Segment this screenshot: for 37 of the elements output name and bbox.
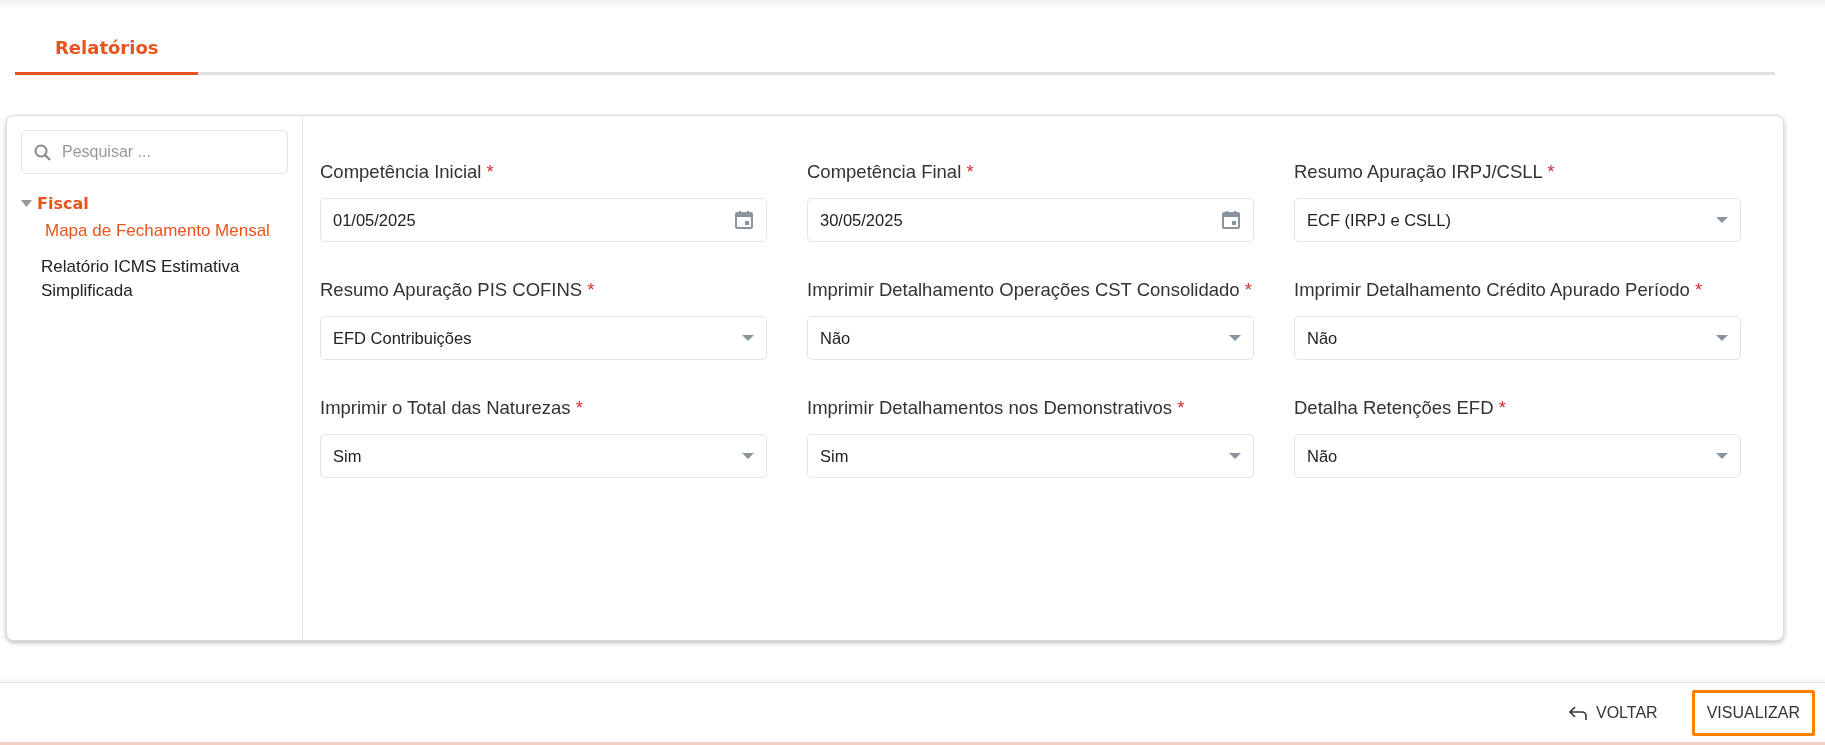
caret-down-icon[interactable] (1716, 453, 1728, 459)
caret-down-icon[interactable] (1229, 335, 1241, 341)
select-field[interactable]: Não (807, 316, 1254, 360)
view-button[interactable]: VISUALIZAR (1691, 689, 1815, 736)
caret-down-icon[interactable] (742, 335, 754, 341)
field-label: Imprimir o Total das Naturezas * (320, 396, 584, 420)
field-label: Imprimir Detalhamentos nos Demonstrativos * (807, 396, 1186, 420)
caret-down-icon[interactable] (1229, 453, 1241, 459)
caret-down-icon[interactable] (1716, 335, 1728, 341)
field-label: Detalha Retenções EFD * (1294, 396, 1507, 420)
field-label: Imprimir Detalhamento Operações CST Consolidado * (807, 278, 1253, 302)
search-icon (34, 144, 51, 161)
caret-down-icon[interactable] (742, 453, 754, 459)
calendar-icon[interactable] (734, 210, 754, 230)
tab[interactable]: Relatórios (15, 25, 199, 75)
date-field[interactable]: 01/05/2025 (320, 198, 767, 242)
field-label: Imprimir Detalhamento Crédito Apurado Período * (1294, 278, 1704, 302)
search-field[interactable]: Pesquisar ... (21, 130, 288, 174)
return-arrow-icon (1568, 704, 1588, 721)
field-label: Competência Final * (807, 160, 975, 184)
select-field[interactable]: Não (1294, 434, 1741, 478)
select-field[interactable]: Sim (807, 434, 1254, 478)
select-field[interactable]: ECF (IRPJ e CSLL) (1294, 198, 1741, 242)
select-field[interactable]: Não (1294, 316, 1741, 360)
select-field[interactable]: Sim (320, 434, 767, 478)
calendar-icon[interactable] (1221, 210, 1241, 230)
date-field[interactable]: 30/05/2025 (807, 198, 1254, 242)
tree-item[interactable]: Mapa de Fechamento Mensal (21, 213, 288, 249)
tree-item[interactable]: Relatório ICMS Estimativa Simplificada (21, 249, 288, 309)
field-label: Competência Inicial * (320, 160, 495, 184)
select-field[interactable]: EFD Contribuições (320, 316, 767, 360)
field-label: Resumo Apuração PIS COFINS * (320, 278, 596, 302)
back-button[interactable]: VOLTAR (1564, 697, 1662, 728)
caret-down-icon[interactable] (1716, 217, 1728, 223)
caret-icon (21, 200, 32, 207)
tree-group[interactable]: Fiscal (21, 194, 288, 213)
field-label: Resumo Apuração IRPJ/CSLL * (1294, 160, 1556, 184)
